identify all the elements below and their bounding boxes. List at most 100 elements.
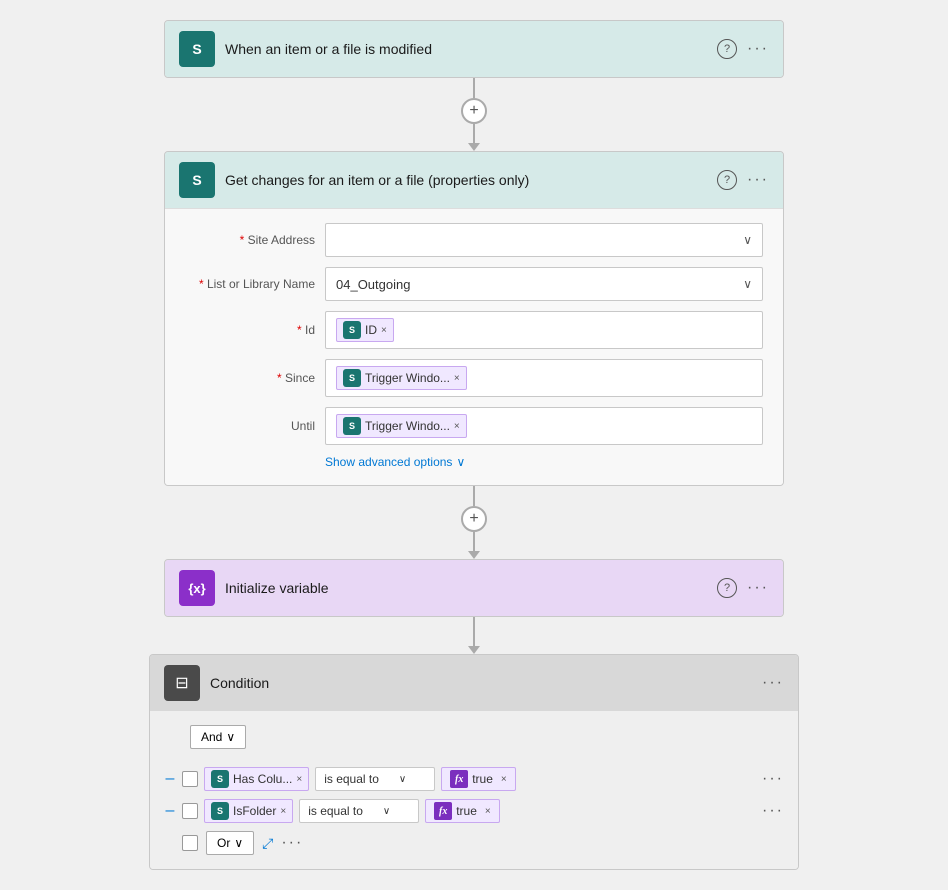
or-ellipsis-button[interactable]: ··· xyxy=(281,834,303,852)
or-button[interactable]: Or ∨ xyxy=(206,831,254,855)
or-checkbox[interactable] xyxy=(182,835,198,851)
step-getchanges-header: S Get changes for an item or a file (pro… xyxy=(165,152,783,208)
since-label: Since xyxy=(185,371,315,385)
cond-row1-ellipsis-button[interactable]: ··· xyxy=(762,770,784,788)
cond-row2-ellipsis-button[interactable]: ··· xyxy=(762,802,784,820)
step-condition-ellipsis-button[interactable]: ··· xyxy=(762,674,784,691)
cond-hascolumn-close[interactable]: × xyxy=(296,774,302,785)
step-initvar-icon: {x} xyxy=(179,570,215,606)
until-tag: S Trigger Windo... × xyxy=(336,414,467,438)
since-tag: S Trigger Windo... × xyxy=(336,366,467,390)
step-trigger-help-button[interactable]: ? xyxy=(717,39,737,59)
condition-row-1: – S Has Colu... × is equal to ∨ fx true … xyxy=(164,767,784,791)
cond-true-tag-2: fx true × xyxy=(425,799,500,823)
step-condition-actions: ··· xyxy=(762,674,784,692)
cond-true-tag-1: fx true × xyxy=(441,767,516,791)
id-label: Id xyxy=(185,323,315,337)
until-label: Until xyxy=(185,419,315,433)
step-condition-header: ⊟ Condition ··· xyxy=(150,655,798,711)
or-row: Or ∨ ⤢ ··· xyxy=(164,831,784,855)
step-getchanges-body: Site Address ∨ List or Library Name 04_O… xyxy=(165,208,783,485)
collapse-icon[interactable]: ⤢ xyxy=(262,835,273,852)
flow-canvas: S When an item or a file is modified ? ·… xyxy=(20,20,928,870)
list-name-input[interactable]: 04_Outgoing ∨ xyxy=(325,267,763,301)
connector-line-1 xyxy=(473,78,475,98)
id-tag-close-button[interactable]: × xyxy=(381,325,387,336)
cond-operator-1-chevron-icon: ∨ xyxy=(399,774,406,785)
since-input[interactable]: S Trigger Windo... × xyxy=(325,359,763,397)
step-trigger-title: When an item or a file is modified xyxy=(225,41,707,57)
site-address-input[interactable]: ∨ xyxy=(325,223,763,257)
step-getchanges-ellipsis-button[interactable]: ··· xyxy=(747,171,769,189)
cond-operator-2-chevron-icon: ∨ xyxy=(383,806,390,817)
cond-isfolder-close[interactable]: × xyxy=(280,806,286,817)
step-getchanges-help-button[interactable]: ? xyxy=(717,170,737,190)
show-advanced-options-button[interactable]: Show advanced options ∨ xyxy=(325,455,763,469)
condition-row-2: – S IsFolder × is equal to ∨ fx true × ·… xyxy=(164,799,784,823)
fx-icon-2: fx xyxy=(434,802,452,820)
connector-arrow-3 xyxy=(468,646,480,654)
connector-arrow-1 xyxy=(468,143,480,151)
cond-operator-2-dropdown[interactable]: is equal to ∨ xyxy=(299,799,419,823)
since-tag-close-button[interactable]: × xyxy=(454,373,460,384)
site-address-chevron-icon: ∨ xyxy=(743,233,752,247)
id-tag-text: ID xyxy=(365,323,377,337)
step-initvar-header: {x} Initialize variable ? ··· xyxy=(165,560,783,616)
step-getchanges-actions: ? ··· xyxy=(717,170,769,190)
id-tag: S ID × xyxy=(336,318,394,342)
add-step-button-2[interactable]: + xyxy=(461,506,487,532)
step-initvar-card: {x} Initialize variable ? ··· xyxy=(164,559,784,617)
connector-line-1b xyxy=(473,124,475,144)
step-trigger-ellipsis-button[interactable]: ··· xyxy=(747,40,769,58)
step-getchanges-icon: S xyxy=(179,162,215,198)
step-getchanges-card: S Get changes for an item or a file (pro… xyxy=(164,151,784,486)
step-condition-card: ⊟ Condition ··· And ∨ – S Has Colu xyxy=(149,654,799,870)
connector-1: + xyxy=(461,78,487,151)
connector-3 xyxy=(468,617,480,654)
step-condition-title: Condition xyxy=(210,675,752,691)
connector-line-2b xyxy=(473,532,475,552)
connector-2: + xyxy=(461,486,487,559)
cond-isfolder-text: IsFolder xyxy=(233,804,276,818)
cond-hascolumn-text: Has Colu... xyxy=(233,772,292,786)
step-trigger-actions: ? ··· xyxy=(717,39,769,59)
cond-true-close-2[interactable]: × xyxy=(485,806,491,817)
until-tag-close-button[interactable]: × xyxy=(454,421,460,432)
list-name-label: List or Library Name xyxy=(185,277,315,291)
cond-hascolumn-tag: S Has Colu... × xyxy=(204,767,309,791)
cond-isfolder-icon: S xyxy=(211,802,229,820)
step-trigger-card: S When an item or a file is modified ? ·… xyxy=(164,20,784,78)
id-input[interactable]: S ID × xyxy=(325,311,763,349)
step-getchanges-title: Get changes for an item or a file (prope… xyxy=(225,172,707,188)
and-button[interactable]: And ∨ xyxy=(190,725,246,749)
step-trigger-header: S When an item or a file is modified ? ·… xyxy=(165,21,783,77)
add-step-button-1[interactable]: + xyxy=(461,98,487,124)
id-tag-icon: S xyxy=(343,321,361,339)
show-advanced-chevron-icon: ∨ xyxy=(456,455,465,469)
step-trigger-icon: S xyxy=(179,31,215,67)
until-tag-icon: S xyxy=(343,417,361,435)
step-initvar-help-button[interactable]: ? xyxy=(717,578,737,598)
connector-line-3 xyxy=(473,617,475,647)
step-initvar-ellipsis-button[interactable]: ··· xyxy=(747,579,769,597)
list-name-chevron-icon: ∨ xyxy=(743,277,752,291)
or-chevron-icon: ∨ xyxy=(234,836,243,850)
cond-true-close-1[interactable]: × xyxy=(501,774,507,785)
cond-checkbox-2[interactable] xyxy=(182,803,198,819)
cond-checkbox-1[interactable] xyxy=(182,771,198,787)
until-row: Until S Trigger Windo... × xyxy=(185,407,763,445)
since-row: Since S Trigger Windo... × xyxy=(185,359,763,397)
id-row: Id S ID × xyxy=(185,311,763,349)
connector-arrow-2 xyxy=(468,551,480,559)
cond-dash-1: – xyxy=(164,770,176,788)
until-input[interactable]: S Trigger Windo... × xyxy=(325,407,763,445)
list-name-value: 04_Outgoing xyxy=(336,277,410,292)
site-address-row: Site Address ∨ xyxy=(185,223,763,257)
until-tag-text: Trigger Windo... xyxy=(365,419,450,433)
site-address-label: Site Address xyxy=(185,233,315,247)
cond-dash-2: – xyxy=(164,802,176,820)
step-initvar-title: Initialize variable xyxy=(225,580,707,596)
cond-operator-1-dropdown[interactable]: is equal to ∨ xyxy=(315,767,435,791)
fx-icon-1: fx xyxy=(450,770,468,788)
step-condition-icon: ⊟ xyxy=(164,665,200,701)
